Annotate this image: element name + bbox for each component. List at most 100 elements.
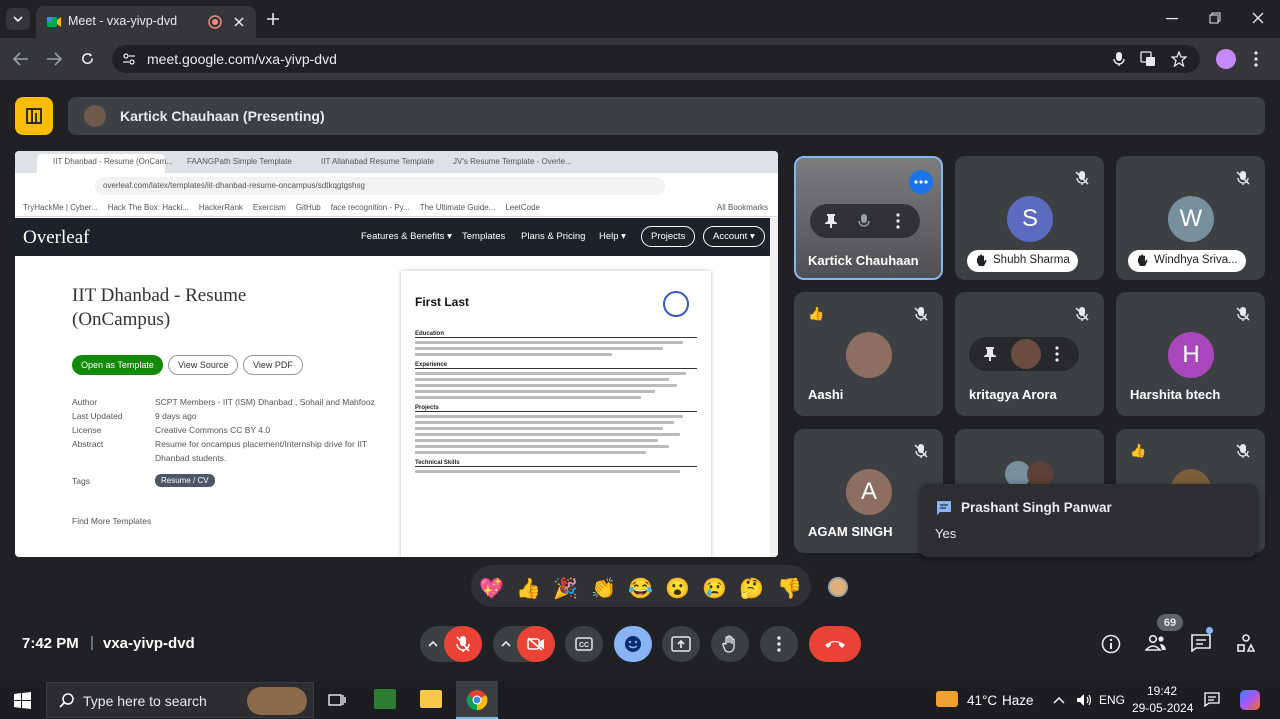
reaction-clap-button[interactable]: 👏 [591, 576, 616, 601]
bookmark-3: HackerRank [198, 203, 243, 212]
tile-hover-controls [969, 337, 1079, 371]
participant-tile-kritagya[interactable]: kritagya Arora [955, 292, 1104, 416]
windows-start-icon[interactable] [14, 692, 31, 709]
address-bar[interactable]: meet.google.com/vxa-yivp-dvd [112, 45, 1200, 73]
activities-icon[interactable] [1237, 634, 1255, 652]
back-icon[interactable] [13, 52, 29, 66]
all-bookmarks: All Bookmarks [716, 203, 768, 212]
present-screen-button[interactable] [662, 626, 700, 662]
bookmark-star-icon[interactable] [1171, 51, 1187, 67]
copilot-icon[interactable] [1240, 690, 1260, 710]
notifications-icon[interactable] [1204, 692, 1220, 707]
participant-tile-shubh[interactable]: S Shubh Sharma [955, 156, 1104, 280]
tag-badge: Resume / CV [155, 474, 215, 487]
task-view-icon[interactable] [328, 692, 346, 708]
meta-updated-key: Last Updated [72, 411, 123, 421]
restore-icon[interactable] [1209, 12, 1221, 24]
chat-icon[interactable] [1191, 634, 1211, 652]
resume-preview: First Last Education Experience Projects… [401, 271, 711, 557]
participant-tile-aashi[interactable]: 👍 Aashi [794, 292, 943, 416]
chat-message-toast[interactable]: Prashant Singh Panwar Yes [920, 484, 1257, 557]
taskbar-app-photos[interactable] [374, 689, 396, 709]
pin-icon[interactable] [983, 346, 997, 362]
nav-account-button: Account ▾ [703, 226, 765, 247]
taskbar-search-placeholder: Type here to search [83, 693, 207, 709]
reaction-sad-button[interactable]: 😢 [702, 576, 727, 601]
url-text: meet.google.com/vxa-yivp-dvd [147, 51, 337, 67]
chevron-down-icon [13, 16, 23, 23]
reaction-thinking-button[interactable]: 🤔 [739, 576, 764, 601]
raise-hand-button[interactable] [711, 626, 749, 662]
hand-raised-icon [1138, 254, 1148, 266]
search-highlight-image [247, 687, 307, 715]
layout-button[interactable] [15, 97, 53, 135]
resume-section-skills: Technical Skills [415, 460, 697, 467]
input-language[interactable]: ENG [1099, 693, 1125, 707]
leave-call-button[interactable] [809, 626, 861, 662]
reaction-party-button[interactable]: 🎉 [553, 576, 578, 601]
audio-options-button[interactable] [420, 626, 482, 662]
bookmark-8: LeetCode [505, 203, 541, 212]
minimize-icon[interactable] [1166, 18, 1178, 20]
participant-tile-harshita[interactable]: H Harshita btech [1116, 292, 1265, 416]
people-icon[interactable] [1145, 635, 1167, 651]
taskbar-search-box[interactable]: Type here to search [46, 682, 314, 718]
mute-participant-icon[interactable] [858, 213, 870, 229]
participant-tile-windhya[interactable]: W Windhya Sriva... [1116, 156, 1265, 280]
taskbar-app-explorer[interactable] [420, 690, 442, 708]
participant-name: Harshita btech [1130, 387, 1221, 402]
reaction-thumbs-up-button[interactable]: 👍 [516, 576, 541, 601]
svg-text:CC: CC [579, 642, 589, 649]
reaction-laugh-button[interactable]: 😂 [628, 576, 653, 601]
close-tab-icon[interactable] [234, 17, 244, 27]
video-options-button[interactable] [493, 626, 555, 662]
more-vert-icon[interactable] [1055, 346, 1059, 362]
avatar-initial: W [1168, 196, 1214, 242]
close-window-icon[interactable] [1252, 12, 1264, 24]
reaction-surprised-button[interactable]: 😮 [665, 576, 690, 601]
bookmark-5: GitHub [295, 203, 321, 212]
microphone-icon[interactable] [1113, 51, 1125, 67]
reload-icon[interactable] [80, 51, 95, 66]
shared-tab-4: JV's Resume Template - Overle... [453, 157, 572, 166]
participant-options-button[interactable] [909, 170, 933, 194]
recording-icon [208, 15, 222, 29]
reaction-heart-button[interactable]: 💖 [479, 576, 504, 601]
pin-icon[interactable] [824, 213, 838, 229]
more-options-button[interactable] [760, 626, 798, 662]
shared-scrollbar [770, 218, 778, 557]
chevron-up-icon [428, 640, 438, 647]
windows-taskbar: Type here to search 41°C Haze ENG 19:42 … [0, 681, 1280, 719]
profile-avatar[interactable] [1216, 49, 1236, 69]
browser-tab-strip: Meet - vxa-yivp-dvd [0, 0, 1280, 38]
shared-bookmarks-bar: TryHackMe | Cyber... Hack The Box: Hacki… [15, 199, 778, 217]
nav-templates: Templates [462, 231, 506, 242]
chrome-icon [466, 690, 488, 711]
skin-tone-button[interactable] [828, 577, 848, 597]
taskbar-app-chrome-active[interactable] [456, 681, 498, 719]
mic-toggle-button[interactable] [444, 626, 482, 662]
tab-search-button[interactable] [6, 8, 30, 30]
more-vert-icon[interactable] [896, 213, 900, 229]
meeting-details-icon[interactable] [1101, 634, 1121, 654]
forward-icon[interactable] [46, 52, 62, 66]
show-hidden-icons-icon[interactable] [1053, 696, 1065, 704]
call-end-icon [825, 641, 845, 648]
participant-tile-kartick[interactable]: Kartick Chauhaan [794, 156, 943, 280]
weather-text: Haze [1002, 693, 1034, 708]
speaker-icon[interactable] [1076, 693, 1092, 707]
camera-toggle-button[interactable] [517, 626, 555, 662]
browser-tab-meet[interactable]: Meet - vxa-yivp-dvd [36, 6, 256, 38]
more-vert-icon [777, 636, 781, 652]
clock-time[interactable]: 19:42 [1147, 684, 1177, 698]
new-tab-icon[interactable] [266, 12, 280, 26]
reactions-button[interactable] [614, 626, 652, 662]
participant-name-pill: Windhya Sriva... [1128, 250, 1246, 272]
captions-button[interactable]: CC [565, 626, 603, 662]
site-info-icon[interactable] [122, 52, 136, 66]
reaction-thumbs-down-button[interactable]: 👎 [777, 576, 802, 601]
more-options-icon[interactable] [1254, 51, 1258, 67]
open-as-template-button: Open as Template [72, 355, 163, 375]
clock-date[interactable]: 29-05-2024 [1132, 701, 1193, 715]
translate-icon[interactable] [1140, 51, 1156, 67]
